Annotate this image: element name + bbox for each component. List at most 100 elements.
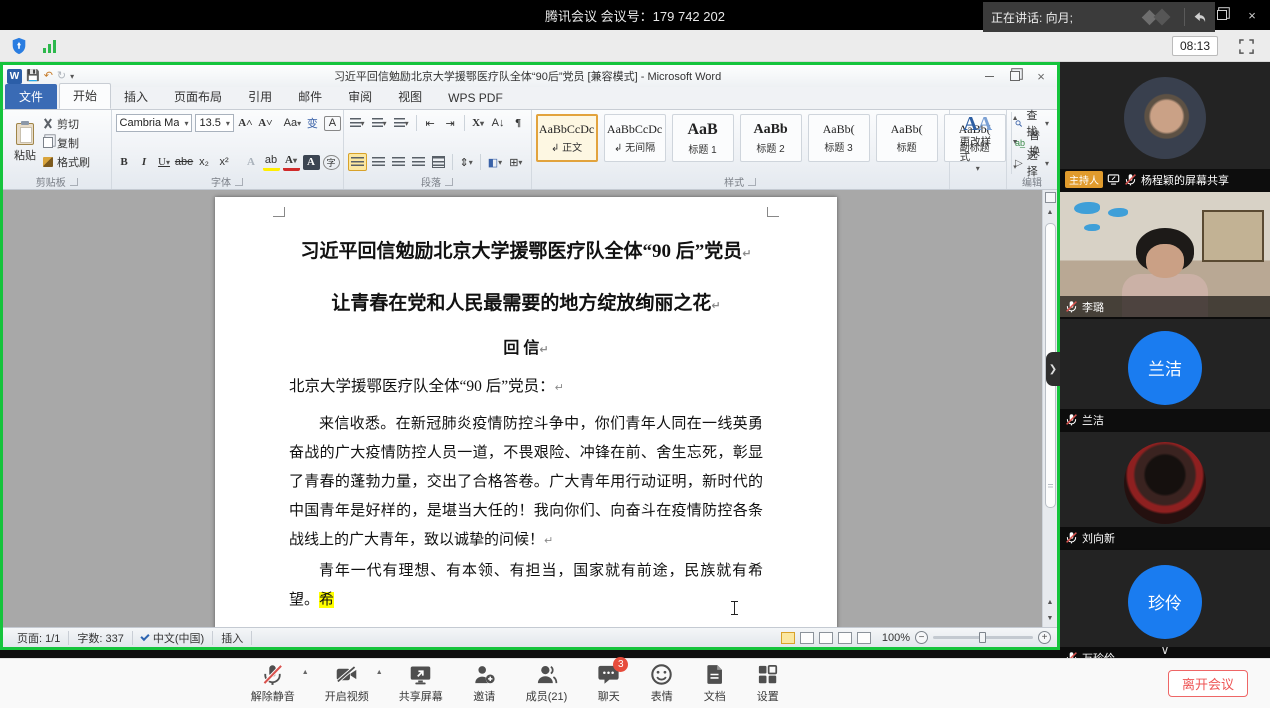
fullscreen-button[interactable] <box>1236 36 1256 56</box>
participant-tile-杨程颖的屏幕共享[interactable]: 主持人杨程颖的屏幕共享 <box>1060 62 1270 190</box>
paste-button[interactable]: 粘贴 <box>7 112 43 174</box>
zoom-slider-thumb[interactable] <box>979 632 986 643</box>
style-标题 3[interactable]: AaBb(标题 3 <box>808 114 870 162</box>
align-center-button[interactable] <box>370 153 387 171</box>
copy-button[interactable]: 复制 <box>43 134 90 151</box>
participant-tile-李璐[interactable]: 李璐 <box>1060 192 1270 317</box>
change-case-button[interactable]: Aa▾ <box>284 114 301 132</box>
zoom-in-button[interactable]: + <box>1038 631 1051 644</box>
numbering-button[interactable]: ▾ <box>370 114 389 132</box>
style-无间隔[interactable]: AaBbCcDc↲ 无间隔 <box>604 114 666 162</box>
undo-button[interactable]: ↶ <box>44 69 53 83</box>
ruler-toggle-button[interactable] <box>1045 192 1056 203</box>
subscript-button[interactable]: x₂ <box>196 153 213 171</box>
save-button[interactable]: 💾 <box>26 69 40 83</box>
character-shading-button[interactable]: A <box>303 155 320 170</box>
chat-button[interactable]: 聊天3 <box>597 663 620 704</box>
share-screen-button[interactable]: 共享屏幕 <box>399 663 443 704</box>
style-标题 1[interactable]: AaB标题 1 <box>672 114 734 162</box>
align-right-button[interactable] <box>390 153 407 171</box>
participant-tile-兰洁[interactable]: 兰洁兰洁 <box>1060 319 1270 430</box>
cut-button[interactable]: 剪切 <box>43 115 90 132</box>
increase-indent-button[interactable]: ⇥ <box>442 114 459 132</box>
document-button[interactable]: 文档 <box>703 663 726 704</box>
app-close-button[interactable]: × <box>1244 7 1260 23</box>
app-restore-button[interactable] <box>1214 7 1230 23</box>
zoom-out-button[interactable]: − <box>915 631 928 644</box>
sort-button[interactable]: A↓ <box>490 114 507 132</box>
sidebar-collapse-arrow[interactable]: ❯ <box>1046 352 1060 386</box>
tab-文件[interactable]: 文件 <box>5 84 57 109</box>
font-color-button[interactable]: A▾ <box>283 153 300 171</box>
highlight-color-button[interactable]: ab <box>263 153 280 171</box>
zoom-slider[interactable] <box>933 636 1033 639</box>
shrink-font-button[interactable]: A˅ <box>257 114 274 132</box>
invite-button[interactable]: 邀请 <box>473 663 496 704</box>
decrease-indent-button[interactable]: ⇤ <box>422 114 439 132</box>
style-标题[interactable]: AaBb(标题 <box>876 114 938 162</box>
multilevel-list-button[interactable]: ▾ <box>392 114 411 132</box>
draft-view-button[interactable] <box>857 632 871 644</box>
word-close-button[interactable]: × <box>1033 68 1049 84</box>
enclose-characters-button[interactable]: 字 <box>323 155 340 170</box>
proofing-status[interactable]: 中文(中国) <box>133 631 213 645</box>
tab-视图[interactable]: 视图 <box>385 85 435 109</box>
redo-button[interactable]: ↻ <box>57 69 66 83</box>
grow-font-button[interactable]: A˄ <box>237 114 254 132</box>
security-shield-icon[interactable] <box>10 37 28 55</box>
reply-arrow-icon[interactable] <box>1191 9 1207 25</box>
word-count[interactable]: 字数: 337 <box>69 631 132 645</box>
sidebar-collapse-chevron[interactable]: ∨ <box>1161 643 1170 657</box>
document-scrollbar[interactable]: ▲ ▲ ▼ <box>1042 190 1057 627</box>
expand-arrow-icon[interactable]: ▲ <box>376 669 383 676</box>
participant-tile-刘向新[interactable]: 刘向新 <box>1060 432 1270 548</box>
mic-off-button[interactable]: 解除静音▲ <box>251 663 295 704</box>
font-name-combo[interactable]: Cambria Ma▾ <box>116 114 193 132</box>
outline-view-button[interactable] <box>838 632 852 644</box>
zoom-level[interactable]: 100% <box>882 632 910 644</box>
web-layout-view-button[interactable] <box>819 632 833 644</box>
participant-tile-万珍伶[interactable]: 珍伶万珍伶 <box>1060 550 1270 658</box>
word-app-icon[interactable]: W <box>7 69 22 84</box>
document-page[interactable]: 习近平回信勉励北京大学援鄂医疗队全体“90 后”党员↵ 让青春在党和人民最需要的… <box>215 197 837 627</box>
bullets-button[interactable]: ▾ <box>348 114 367 132</box>
font-size-combo[interactable]: 13.5▾ <box>195 114 233 132</box>
underline-button[interactable]: U▾ <box>156 153 173 171</box>
change-styles-button[interactable]: AA 更改样式 ▾ <box>954 112 1002 174</box>
tab-开始[interactable]: 开始 <box>59 83 111 109</box>
justify-button[interactable] <box>410 153 427 171</box>
superscript-button[interactable]: x² <box>216 153 233 171</box>
word-restore-button[interactable] <box>1007 68 1023 84</box>
dialog-launcher-icon[interactable] <box>445 178 453 186</box>
camera-off-button[interactable]: 开启视频▲ <box>325 663 369 704</box>
fullscreen-reading-view-button[interactable] <box>800 632 814 644</box>
distribute-button[interactable] <box>430 153 447 171</box>
dialog-launcher-icon[interactable] <box>748 178 756 186</box>
tab-审阅[interactable]: 审阅 <box>335 85 385 109</box>
word-minimize-button[interactable] <box>981 68 997 84</box>
settings-button[interactable]: 设置 <box>756 663 779 704</box>
print-layout-view-button[interactable] <box>781 632 795 644</box>
dialog-launcher-icon[interactable] <box>235 178 243 186</box>
asian-layout-button[interactable]: X▾ <box>470 114 487 132</box>
text-effects-button[interactable]: A <box>243 153 260 171</box>
style-正文[interactable]: AaBbCcDc↲ 正文 <box>536 114 598 162</box>
style-标题 2[interactable]: AaBb标题 2 <box>740 114 802 162</box>
insert-mode[interactable]: 插入 <box>213 631 252 645</box>
tab-引用[interactable]: 引用 <box>235 85 285 109</box>
previous-page-button[interactable]: ▲ <box>1044 595 1057 609</box>
members-button[interactable]: 成员(21) <box>526 663 568 704</box>
phonetic-guide-button[interactable]: 变 <box>304 114 321 132</box>
dialog-launcher-icon[interactable] <box>70 178 78 186</box>
character-border-button[interactable]: A <box>324 116 341 131</box>
leave-meeting-button[interactable]: 离开会议 <box>1168 670 1248 697</box>
borders-button[interactable]: ⊞▾ <box>507 153 524 171</box>
show-hide-marks-button[interactable]: ¶ <box>510 114 527 132</box>
tab-WPS PDF[interactable]: WPS PDF <box>435 88 516 109</box>
italic-button[interactable]: I <box>136 153 153 171</box>
align-left-button[interactable] <box>348 153 367 171</box>
expand-arrow-icon[interactable]: ▲ <box>302 669 309 676</box>
tab-插入[interactable]: 插入 <box>111 85 161 109</box>
bold-button[interactable]: B <box>116 153 133 171</box>
scroll-up-button[interactable]: ▲ <box>1044 205 1057 219</box>
